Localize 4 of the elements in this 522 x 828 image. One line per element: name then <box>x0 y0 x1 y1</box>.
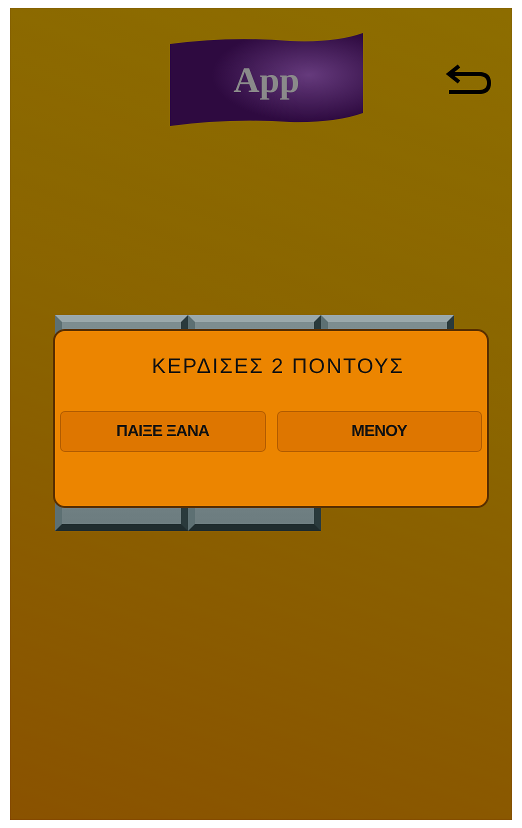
dialog-button[interactable]: ΠΑΙΞΕ ΞΑΝΑ <box>60 411 266 452</box>
result-message: ΚΕΡΔΙΣΕΣ 2 ΠΟΝΤΟΥΣ <box>150 355 406 379</box>
dialog-button[interactable]: ΜΕΝΟΥ <box>276 411 482 452</box>
title-banner: App <box>170 33 363 126</box>
